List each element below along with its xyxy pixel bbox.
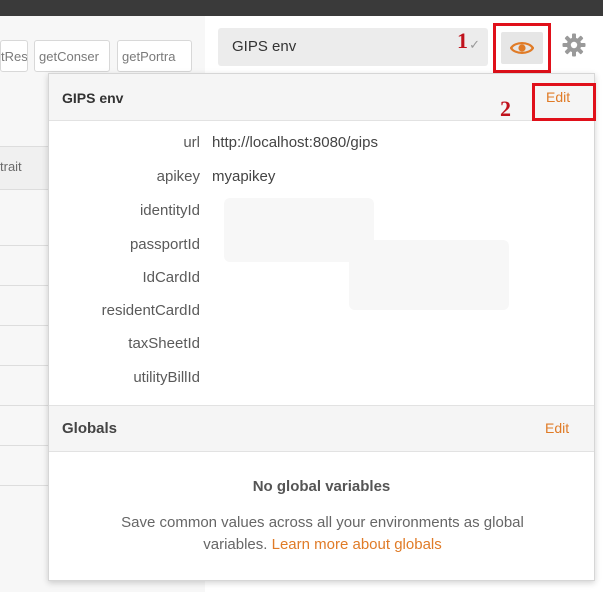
environment-select[interactable]: GIPS env ✓ bbox=[218, 28, 488, 66]
variable-value: myapikey bbox=[212, 168, 276, 185]
variable-row: residentCardId bbox=[49, 296, 594, 326]
variable-row: apikey myapikey bbox=[49, 162, 594, 192]
tab-request-3[interactable]: getPortra bbox=[117, 40, 192, 72]
grid-column-header: trait bbox=[0, 146, 50, 190]
annotation-highlight-box bbox=[532, 83, 596, 121]
eye-icon bbox=[510, 42, 534, 54]
globals-header: Globals Edit bbox=[49, 405, 594, 452]
variable-key: taxSheetId bbox=[128, 335, 200, 352]
variable-row: taxSheetId bbox=[49, 329, 594, 359]
grid-divider bbox=[0, 365, 50, 366]
environment-title: GIPS env bbox=[62, 90, 124, 106]
variable-key: url bbox=[183, 134, 200, 151]
grid-divider bbox=[0, 445, 50, 446]
request-tabs: tRes getConser getPortra bbox=[0, 26, 205, 72]
variable-key: identityId bbox=[139, 202, 200, 219]
annotation-highlight-box bbox=[493, 23, 551, 73]
learn-more-globals-link[interactable]: Learn more about globals bbox=[272, 536, 442, 553]
variable-key: apikey bbox=[156, 168, 200, 185]
variable-key: utilityBillId bbox=[133, 369, 200, 386]
variable-row: utilityBillId bbox=[49, 363, 594, 393]
gear-icon[interactable] bbox=[561, 32, 587, 58]
annotation-number-1: 1 bbox=[457, 28, 468, 53]
edit-globals-link[interactable]: Edit bbox=[545, 420, 569, 436]
grid-divider bbox=[0, 485, 50, 486]
grid-divider bbox=[0, 285, 50, 286]
grid-column-label: trait bbox=[0, 159, 22, 174]
window-top-bar bbox=[0, 0, 603, 16]
annotation-number-2: 2 bbox=[500, 96, 511, 121]
quick-look-button[interactable] bbox=[501, 32, 543, 64]
empty-globals-description: Save common values across all your envir… bbox=[89, 512, 556, 556]
environment-select-value: GIPS env bbox=[232, 38, 297, 55]
environment-header: GIPS env Edit bbox=[49, 74, 594, 121]
tab-request-2[interactable]: getConser bbox=[34, 40, 110, 72]
globals-title: Globals bbox=[62, 420, 118, 437]
variable-key: passportId bbox=[129, 236, 200, 253]
environment-quick-look-popover: GIPS env Edit url http://localhost:8080/… bbox=[48, 73, 595, 581]
variable-row: identityId bbox=[49, 196, 594, 226]
grid-divider bbox=[0, 245, 50, 246]
grid-divider bbox=[0, 405, 50, 406]
variable-key: residentCardId bbox=[101, 302, 200, 319]
empty-globals-title: No global variables bbox=[252, 478, 391, 495]
tab-request-1[interactable]: tRes bbox=[0, 40, 28, 72]
variable-key: IdCardId bbox=[142, 269, 200, 286]
variable-row: IdCardId bbox=[49, 263, 594, 293]
variable-row: passportId bbox=[49, 230, 594, 260]
variable-value: http://localhost:8080/gips bbox=[212, 134, 378, 151]
chevron-down-icon: ✓ bbox=[469, 37, 480, 52]
grid-divider bbox=[0, 325, 50, 326]
variable-row: url http://localhost:8080/gips bbox=[49, 128, 594, 158]
